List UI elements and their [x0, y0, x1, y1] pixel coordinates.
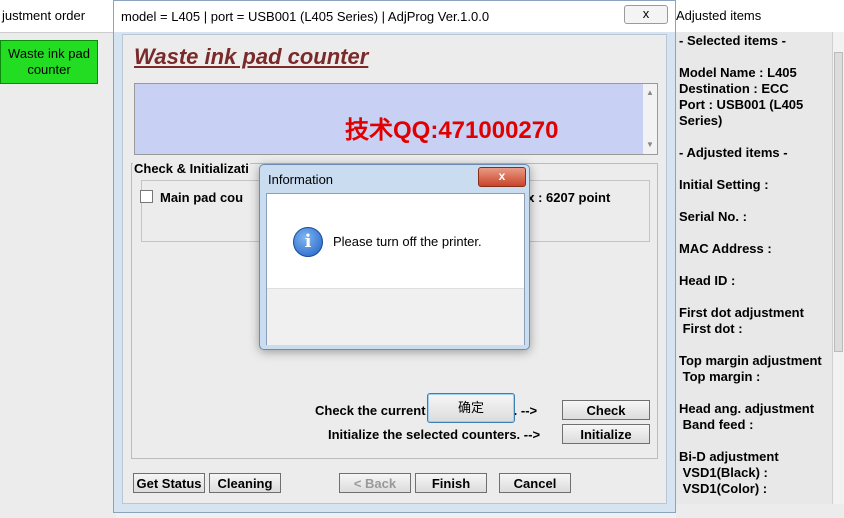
list-item: Series) [679, 113, 723, 128]
check-button[interactable]: Check [562, 400, 650, 420]
list-item: Top margin adjustment [679, 353, 822, 368]
waste-ink-pad-button[interactable]: Waste ink pad counter [0, 40, 98, 84]
info-icon: i [293, 227, 323, 257]
get-status-button[interactable]: Get Status [133, 473, 205, 493]
scrollbar-thumb[interactable] [834, 52, 843, 352]
list-item: Port : USB001 (L405 [679, 97, 804, 112]
adjusted-items-title: Adjusted items [676, 0, 844, 33]
list-item: VSD1(Black) : [679, 465, 768, 480]
adjusted-items-scrollbar[interactable] [832, 32, 844, 504]
dialog-message: Please turn off the printer. [333, 234, 482, 249]
back-button[interactable]: < Back [339, 473, 411, 493]
information-dialog: Information x i Please turn off the prin… [259, 164, 530, 423]
list-item: - Adjusted items - [679, 145, 788, 160]
list-item: Bi-D adjustment [679, 449, 779, 464]
list-item: First dot : [679, 321, 743, 336]
adjprog-window-title: model = L405 | port = USB001 (L405 Serie… [114, 1, 675, 32]
scroll-up-icon[interactable]: ▲ [646, 88, 654, 97]
list-item: Destination : ECC [679, 81, 789, 96]
list-item: VSD1(Color) : [679, 481, 768, 496]
list-item: - Selected items - [679, 33, 786, 48]
cancel-button[interactable]: Cancel [499, 473, 571, 493]
cleaning-button[interactable]: Cleaning [209, 473, 281, 493]
main-pad-max-value: ax : 6207 point [520, 190, 611, 205]
list-item: Band feed : [679, 417, 754, 432]
close-icon: x [498, 169, 506, 183]
check-init-group-label: Check & Initializati [133, 161, 250, 176]
dialog-body: i Please turn off the printer. 确定 [266, 193, 525, 423]
list-item: Head ang. adjustment [679, 401, 815, 416]
adjusted-items-window: Adjusted items - Selected items - Model … [676, 0, 844, 518]
scroll-down-icon[interactable]: ▼ [646, 140, 654, 149]
ok-button[interactable]: 确定 [427, 393, 515, 423]
list-item: First dot adjustment [679, 305, 804, 320]
close-button[interactable]: x [624, 5, 668, 24]
page-title: Waste ink pad counter [134, 44, 369, 69]
initialize-button[interactable]: Initialize [562, 424, 650, 444]
left-window-title: justment order [0, 0, 116, 33]
list-item: Top margin : [679, 369, 761, 384]
adjusted-items-list: - Selected items - Model Name : L405 Des… [676, 32, 832, 504]
dialog-close-button[interactable]: x [478, 167, 526, 187]
dialog-footer: 确定 [267, 288, 524, 423]
message-box: 技术QQ:471000270 ▲ ▼ [134, 83, 658, 155]
left-window: justment order Waste ink pad counter [0, 0, 116, 518]
dialog-title: Information [268, 172, 334, 187]
message-text: 技术QQ:471000270 [345, 117, 559, 144]
main-pad-checkbox[interactable] [140, 190, 153, 203]
list-item: Serial No. : [679, 209, 747, 224]
list-item: MAC Address : [679, 241, 772, 256]
main-pad-label: Main pad cou [160, 190, 244, 205]
initialize-hint: Initialize the selected counters. --> [328, 427, 541, 442]
list-item: Initial Setting : [679, 177, 769, 192]
finish-button[interactable]: Finish [415, 473, 487, 493]
message-scrollbar[interactable]: ▲ ▼ [643, 84, 657, 154]
list-item: Model Name : L405 [679, 65, 797, 80]
list-item: Head ID : [679, 273, 736, 288]
